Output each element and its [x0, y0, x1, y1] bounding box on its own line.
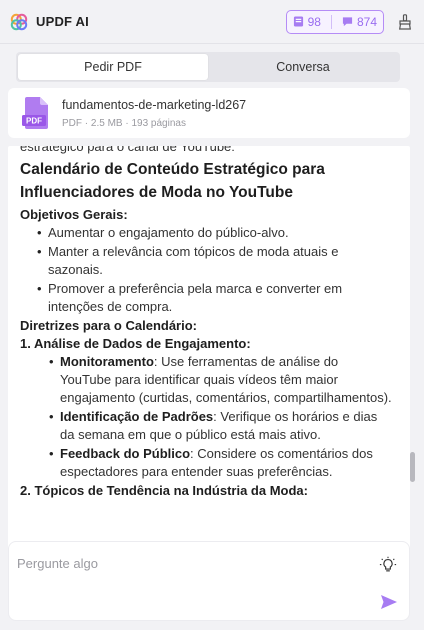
- list-item: Feedback do Público: Considere os coment…: [49, 445, 392, 481]
- lightbulb-icon[interactable]: [379, 556, 397, 574]
- chat-credit-count: 874: [356, 14, 377, 29]
- section1-list: Monitoramento: Use ferramentas de anális…: [20, 353, 392, 481]
- item-label: Monitoramento: [60, 354, 154, 369]
- file-meta: PDF · 2.5 MB · 193 páginas: [62, 117, 186, 129]
- pdf-file-icon: PDF: [22, 97, 48, 129]
- pdf-badge-text: PDF: [26, 117, 42, 126]
- section2-title: 2. Tópicos de Tendência na Indústria da …: [20, 483, 308, 498]
- assistant-message: estratégico para o canal de YouTube: Cal…: [20, 146, 392, 500]
- list-item: Monitoramento: Use ferramentas de anális…: [49, 353, 392, 407]
- chat-credit-icon: [342, 17, 353, 27]
- message-heading: Calendário de Conteúdo Estratégico para …: [20, 161, 325, 201]
- chat-message-area[interactable]: estratégico para o canal de YouTube: Cal…: [8, 146, 410, 556]
- objectives-title: Objetivos Gerais:: [20, 207, 128, 222]
- list-item: Identificação de Padrões: Verifique os h…: [49, 408, 392, 444]
- app-title: UPDF AI: [36, 14, 89, 29]
- intro-text: estratégico para o canal de YouTube:: [20, 146, 235, 154]
- app-header: UPDF AI 98 874: [0, 0, 424, 44]
- credits-divider: [330, 14, 332, 29]
- guidelines-title: Diretrizes para o Calendário:: [20, 318, 197, 333]
- file-name: fundamentos-de-marketing-ld267: [62, 97, 247, 112]
- credits-badge[interactable]: 98 874: [285, 9, 384, 34]
- mode-tabs: Pedir PDF Conversa: [16, 52, 400, 82]
- updf-logo-icon: [10, 13, 28, 30]
- message-composer: [8, 541, 410, 621]
- list-item: Manter a relevância com tópicos de moda …: [37, 243, 392, 279]
- item-label: Identificação de Padrões: [60, 409, 214, 424]
- send-icon[interactable]: [379, 592, 399, 612]
- clear-chat-button[interactable]: [396, 13, 414, 31]
- chat-scrollbar[interactable]: [410, 452, 415, 482]
- section1-title: 1. Análise de Dados de Engajamento:: [20, 336, 251, 351]
- objectives-list: Aumentar o engajamento do público-alvo. …: [20, 224, 392, 316]
- tab-chat[interactable]: Conversa: [208, 54, 398, 80]
- list-item: Promover a preferência pela marca e conv…: [37, 280, 392, 316]
- list-item: Aumentar o engajamento do público-alvo.: [37, 224, 392, 242]
- file-card[interactable]: PDF fundamentos-de-marketing-ld267 PDF ·…: [8, 88, 410, 138]
- broom-icon: [398, 13, 412, 30]
- item-label: Feedback do Público: [60, 446, 191, 461]
- pdf-credit-count: 98: [307, 14, 321, 29]
- tab-ask-pdf[interactable]: Pedir PDF: [18, 54, 208, 80]
- pdf-credit-icon: [293, 16, 303, 27]
- file-info: fundamentos-de-marketing-ld267 PDF · 2.5…: [62, 98, 246, 129]
- question-input[interactable]: [17, 552, 357, 574]
